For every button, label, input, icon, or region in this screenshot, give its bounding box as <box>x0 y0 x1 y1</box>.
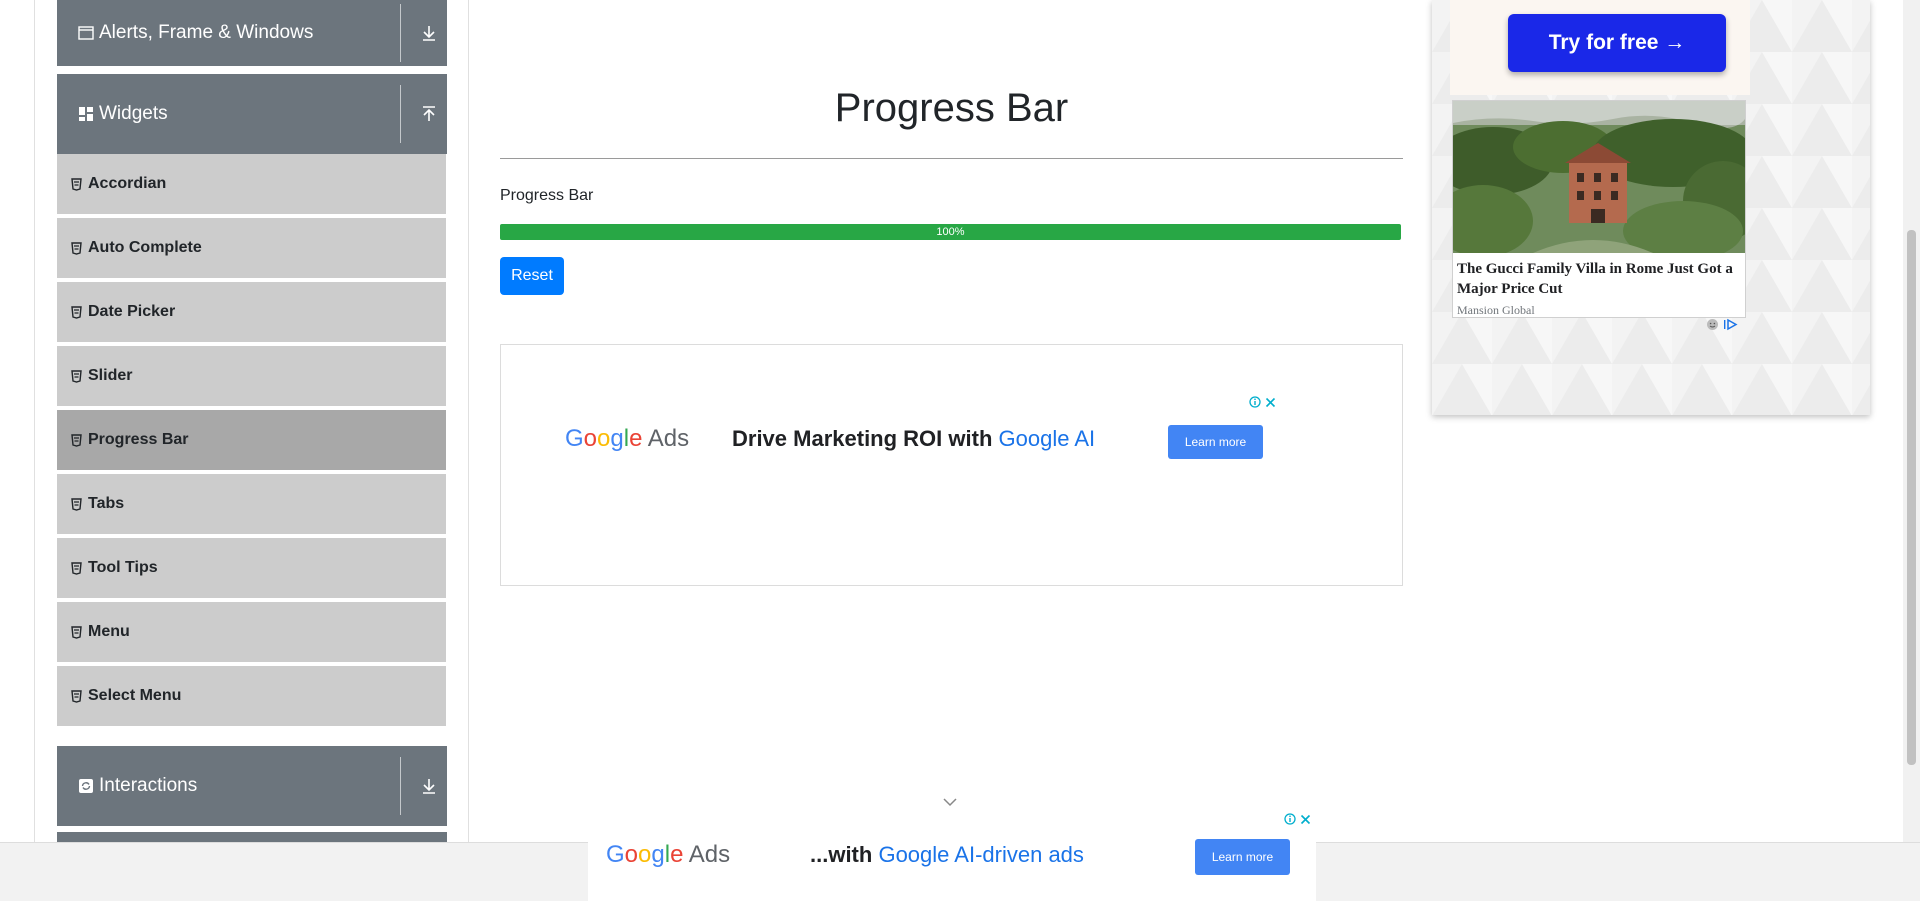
html5-icon <box>71 625 82 639</box>
info-icon[interactable] <box>1284 812 1296 830</box>
learn-more-button[interactable]: Learn more <box>1195 839 1290 875</box>
html5-icon <box>71 497 82 511</box>
sidebar-item-label: Select Menu <box>88 687 182 704</box>
download-arrow-icon[interactable] <box>419 777 439 795</box>
google-ads-banner[interactable]: Google Ads Drive Marketing ROI with Goog… <box>500 344 1403 586</box>
divider <box>400 757 401 815</box>
group-label-widgets: Widgets <box>99 103 168 124</box>
sidebar-item-select-menu[interactable]: Select Menu <box>57 666 446 728</box>
article-source: Mansion Global <box>1457 303 1535 317</box>
sidebar-item-label: Tabs <box>88 495 125 512</box>
ad-headline[interactable]: Drive Marketing ROI with Google AI <box>732 426 1095 452</box>
article-card[interactable]: The Gucci Family Villa in Rome Just Got … <box>1452 100 1746 318</box>
grid-icon <box>75 106 97 122</box>
article-title[interactable]: The Gucci Family Villa in Rome Just Got … <box>1457 259 1745 299</box>
sidebar-item-label: Progress Bar <box>88 431 189 448</box>
scrollbar-thumb[interactable] <box>1907 230 1916 765</box>
sidebar-item-tabs[interactable]: Tabs <box>57 474 446 536</box>
sidebar-item-label: Slider <box>88 367 133 384</box>
html5-icon <box>71 177 82 191</box>
refresh-box-icon <box>75 778 97 794</box>
sidebar-item-tool-tips[interactable]: Tool Tips <box>57 538 446 600</box>
page-title: Progress Bar <box>834 86 1069 130</box>
bottom-google-ads-banner[interactable]: Google Ads ...with Google AI-driven ads … <box>588 806 1316 901</box>
close-icon[interactable] <box>1265 395 1276 413</box>
page: Alerts, Frame & Windows Widgets Accordia… <box>0 0 1920 901</box>
sidebar-item-progress-bar[interactable]: Progress Bar <box>57 410 446 472</box>
sidebar-item-slider[interactable]: Slider <box>57 346 446 408</box>
group-label-interactions: Interactions <box>99 775 198 796</box>
sidebar-item-label: Date Picker <box>88 303 176 320</box>
sidebar-item-label: Menu <box>88 623 130 640</box>
html5-icon <box>71 561 82 575</box>
side-advertisement[interactable]: Try for free → The Gucci Family Villa in… <box>1432 0 1870 415</box>
learn-more-button[interactable]: Learn more <box>1168 425 1263 459</box>
divider <box>400 85 401 143</box>
google-ads-logo: Google Ads <box>565 425 690 452</box>
group-header-next[interactable] <box>57 832 447 842</box>
side-ad-top: Try for free → <box>1450 0 1750 95</box>
scrollbar[interactable] <box>1903 0 1920 842</box>
group-label-alerts: Alerts, Frame & Windows <box>99 22 314 43</box>
group-header-alerts[interactable]: Alerts, Frame & Windows <box>57 0 447 66</box>
sidebar-item-accordian[interactable]: Accordian <box>57 154 446 216</box>
group-header-interactions[interactable]: Interactions <box>57 746 447 826</box>
sidebar-item-date-picker[interactable]: Date Picker <box>57 282 446 344</box>
progress-bar-label: Progress Bar <box>500 187 594 204</box>
sidebar-item-label: Accordian <box>88 175 167 192</box>
html5-icon <box>71 433 82 447</box>
info-icon[interactable] <box>1249 395 1261 413</box>
download-arrow-icon[interactable] <box>419 24 439 42</box>
html5-icon <box>71 689 82 703</box>
html5-icon <box>71 305 82 319</box>
group-header-widgets[interactable]: Widgets <box>57 74 447 154</box>
upload-arrow-icon[interactable] <box>419 105 439 123</box>
ad-headline[interactable]: ...with Google AI-driven ads <box>810 842 1084 868</box>
progress-bar-text: 100% <box>936 226 965 238</box>
try-for-free-button[interactable]: Try for free → <box>1508 14 1726 72</box>
left-sidebar: Alerts, Frame & Windows Widgets Accordia… <box>34 0 469 842</box>
ad-choices[interactable] <box>1706 318 1739 336</box>
adchoices-icon <box>1723 318 1739 336</box>
html5-icon <box>71 369 82 383</box>
window-icon <box>75 26 97 40</box>
ad-controls <box>1284 812 1311 830</box>
smiley-icon <box>1706 318 1719 336</box>
divider <box>400 4 401 62</box>
html5-icon <box>71 241 82 255</box>
ad-controls <box>1249 395 1276 413</box>
google-ads-logo: Google Ads <box>606 841 731 868</box>
reset-button[interactable]: Reset <box>500 257 564 295</box>
sidebar-item-label: Auto Complete <box>88 239 202 256</box>
sidebar-item-menu[interactable]: Menu <box>57 602 446 664</box>
progress-bar-fill: 100% <box>500 224 1401 240</box>
sidebar-item-label: Tool Tips <box>88 559 158 576</box>
title-divider <box>500 158 1403 159</box>
sidebar-item-auto-complete[interactable]: Auto Complete <box>57 218 446 280</box>
close-icon[interactable] <box>1300 812 1311 830</box>
villa-image <box>1453 101 1745 253</box>
progress-bar: 100% <box>500 224 1401 240</box>
